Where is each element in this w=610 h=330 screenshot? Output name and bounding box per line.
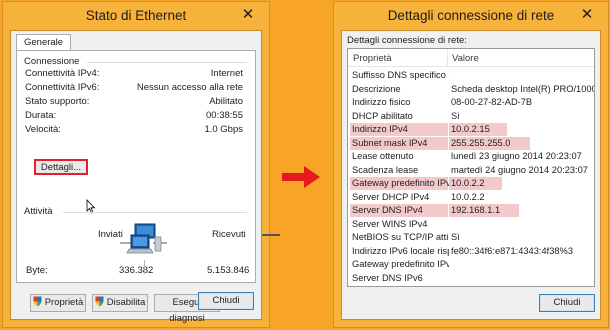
detail-row[interactable]: Server DNS IPv6	[348, 272, 594, 285]
detail-property: Server DNS IPv6	[352, 272, 423, 283]
detail-property: Server DNS IPv4	[352, 205, 423, 215]
detail-value: lunedì 23 giugno 2014 20:23:07	[451, 151, 582, 161]
detail-row[interactable]: Server WINS IPv4	[348, 218, 594, 231]
detail-property: Server DHCP IPv4	[352, 191, 430, 202]
detail-row[interactable]: Indirizzo IPv6 locale risp...fe80::34f6:…	[348, 245, 594, 258]
properties-button[interactable]: Proprietà	[30, 294, 86, 312]
detail-row[interactable]: Subnet mask IPv4 255.255.255.0	[348, 136, 594, 150]
connection-row-value: Internet	[210, 68, 243, 79]
detail-property: Indirizzo IPv6 locale risp...	[352, 245, 449, 256]
detail-property: Indirizzo IPv4	[352, 124, 408, 134]
title-bar[interactable]: Stato di Ethernet ✕	[3, 2, 269, 30]
detail-value: Scheda desktop Intel(R) PRO/1000 MT	[451, 83, 595, 94]
connection-row-value: 1.0 Gbps	[204, 124, 243, 135]
detail-value: 192.168.1.1	[451, 205, 501, 215]
detail-row[interactable]: NetBIOS su TCP/IP atti... Sì	[348, 231, 594, 244]
detail-row[interactable]: Indirizzo fisico 08-00-27-82-AD-7B	[348, 96, 594, 109]
connection-row-value: 00:38:55	[206, 110, 243, 121]
details-list-heading: Dettagli connessione di rete:	[347, 35, 467, 46]
detail-property: Descrizione	[352, 83, 401, 94]
detail-property: Suffisso DNS specifico d...	[352, 70, 449, 80]
detail-property: Gateway predefinito IPv4	[352, 178, 449, 188]
connection-row: Connettività IPv4: Internet	[25, 68, 243, 80]
tab-panel-general: Connessione Connettività IPv4: Internet Co…	[16, 50, 256, 324]
disable-label: Disabilita	[106, 297, 146, 308]
connection-row: Durata: 00:38:55	[25, 110, 243, 122]
detail-value: 08-00-27-82-AD-7B	[451, 97, 533, 107]
bytes-divider	[144, 260, 145, 274]
section-divider	[63, 212, 247, 213]
tab-general[interactable]: Generale	[16, 34, 72, 50]
close-button[interactable]: Chiudi	[539, 294, 595, 312]
ethernet-status-window: Stato di Ethernet ✕ Generale Connessione…	[2, 1, 270, 328]
detail-value: fe80::34f6:e871:4343:4f38%3	[451, 245, 573, 256]
detail-row[interactable]: Gateway predefinito IPv4 10.0.2.2	[348, 177, 594, 190]
detail-property: DHCP abilitato	[352, 110, 413, 121]
detail-property: Indirizzo fisico	[352, 97, 411, 107]
detail-property: NetBIOS su TCP/IP atti...	[352, 232, 449, 242]
network-computer-icon	[120, 223, 167, 254]
title-bar[interactable]: Dettagli connessione di rete ✕	[334, 2, 608, 30]
shield-icon	[95, 296, 104, 307]
shield-icon	[33, 296, 42, 307]
close-icon[interactable]: ✕	[572, 6, 602, 24]
detail-value: Sì	[451, 232, 460, 242]
close-button[interactable]: Chiudi	[198, 292, 254, 310]
window-title: Stato di Ethernet	[85, 8, 187, 23]
detail-property: Scadenza lease	[352, 164, 419, 175]
detail-property: Subnet mask IPv4	[352, 137, 428, 148]
detail-row[interactable]: Server DNS IPv4 192.168.1.1	[348, 204, 594, 217]
bytes-sent-value: 336.382	[119, 265, 154, 276]
detail-row[interactable]: Lease ottenuto lunedì 23 giugno 2014 20:2…	[348, 150, 594, 163]
activity-heading: Attività	[24, 206, 53, 217]
received-label: Ricevuti	[212, 229, 246, 240]
arrow-right-icon	[282, 166, 320, 188]
column-property[interactable]: Proprietà	[353, 53, 392, 64]
detail-row[interactable]: Gateway predefinito IPv6	[348, 258, 594, 271]
connection-row-label: Durata:	[25, 110, 57, 121]
details-button[interactable]: Dettagli...	[34, 159, 88, 175]
detail-row[interactable]: Indirizzo IPv4 10.0.2.15	[348, 123, 594, 136]
window-client-area: Generale Connessione Connettività IPv4: I…	[10, 30, 262, 324]
section-divider	[87, 62, 247, 63]
detail-property: Server WINS IPv4	[352, 218, 428, 229]
connection-row-value: Abilitato	[209, 96, 243, 107]
detail-row[interactable]: DHCP abilitato Sì	[348, 110, 594, 123]
connection-row-label: Stato supporto:	[25, 96, 90, 107]
bytes-received-value: 5.153.846	[207, 265, 250, 276]
disable-button[interactable]: Disabilita	[92, 294, 148, 312]
connection-row-label: Connettività IPv4:	[25, 68, 100, 79]
connection-row: Stato supporto: Abilitato	[25, 96, 243, 108]
details-list[interactable]: Proprietà Valore Suffisso DNS specifico …	[347, 48, 595, 287]
connection-heading: Connessione	[24, 56, 80, 67]
detail-row[interactable]: Descrizione Scheda desktop Intel(R) PRO/1…	[348, 83, 594, 96]
detail-value: 255.255.255.0	[451, 137, 511, 148]
column-value[interactable]: Valore	[452, 53, 479, 64]
detail-value: 10.0.2.15	[451, 124, 490, 134]
connection-row-label: Velocità:	[25, 124, 61, 135]
connector-line	[262, 234, 280, 236]
window-client-area: Dettagli connessione di rete: Proprietà …	[341, 30, 601, 320]
detail-value: martedì 24 giugno 2014 20:23:07	[451, 164, 588, 175]
window-title: Dettagli connessione di rete	[387, 8, 555, 23]
detail-row[interactable]: Scadenza lease martedì 24 giugno 2014 20:…	[348, 164, 594, 177]
connection-row-label: Connettività IPv6:	[25, 82, 100, 93]
network-details-window: Dettagli connessione di rete ✕ Dettagli …	[333, 1, 609, 328]
detail-value: Sì	[451, 110, 460, 121]
column-header: Proprietà Valore	[348, 49, 594, 67]
detail-property: Gateway predefinito IPv6	[352, 259, 449, 269]
connection-row: Velocità: 1.0 Gbps	[25, 124, 243, 136]
properties-label: Proprietà	[44, 297, 84, 308]
connection-row: Connettività IPv6: Nessun accesso alla re…	[25, 82, 243, 94]
bytes-label: Byte:	[26, 265, 48, 276]
connection-row-value: Nessun accesso alla rete	[136, 82, 243, 93]
detail-value: 10.0.2.2	[451, 191, 485, 202]
detail-property: Lease ottenuto	[352, 151, 414, 161]
detail-row[interactable]: Server DHCP IPv4 10.0.2.2	[348, 191, 594, 204]
detail-row[interactable]: Suffisso DNS specifico d...	[348, 69, 594, 82]
tab-strip: Generale	[16, 34, 72, 50]
column-separator[interactable]	[447, 49, 448, 67]
detail-value: 10.0.2.2	[451, 178, 485, 188]
close-icon[interactable]: ✕	[233, 6, 263, 24]
